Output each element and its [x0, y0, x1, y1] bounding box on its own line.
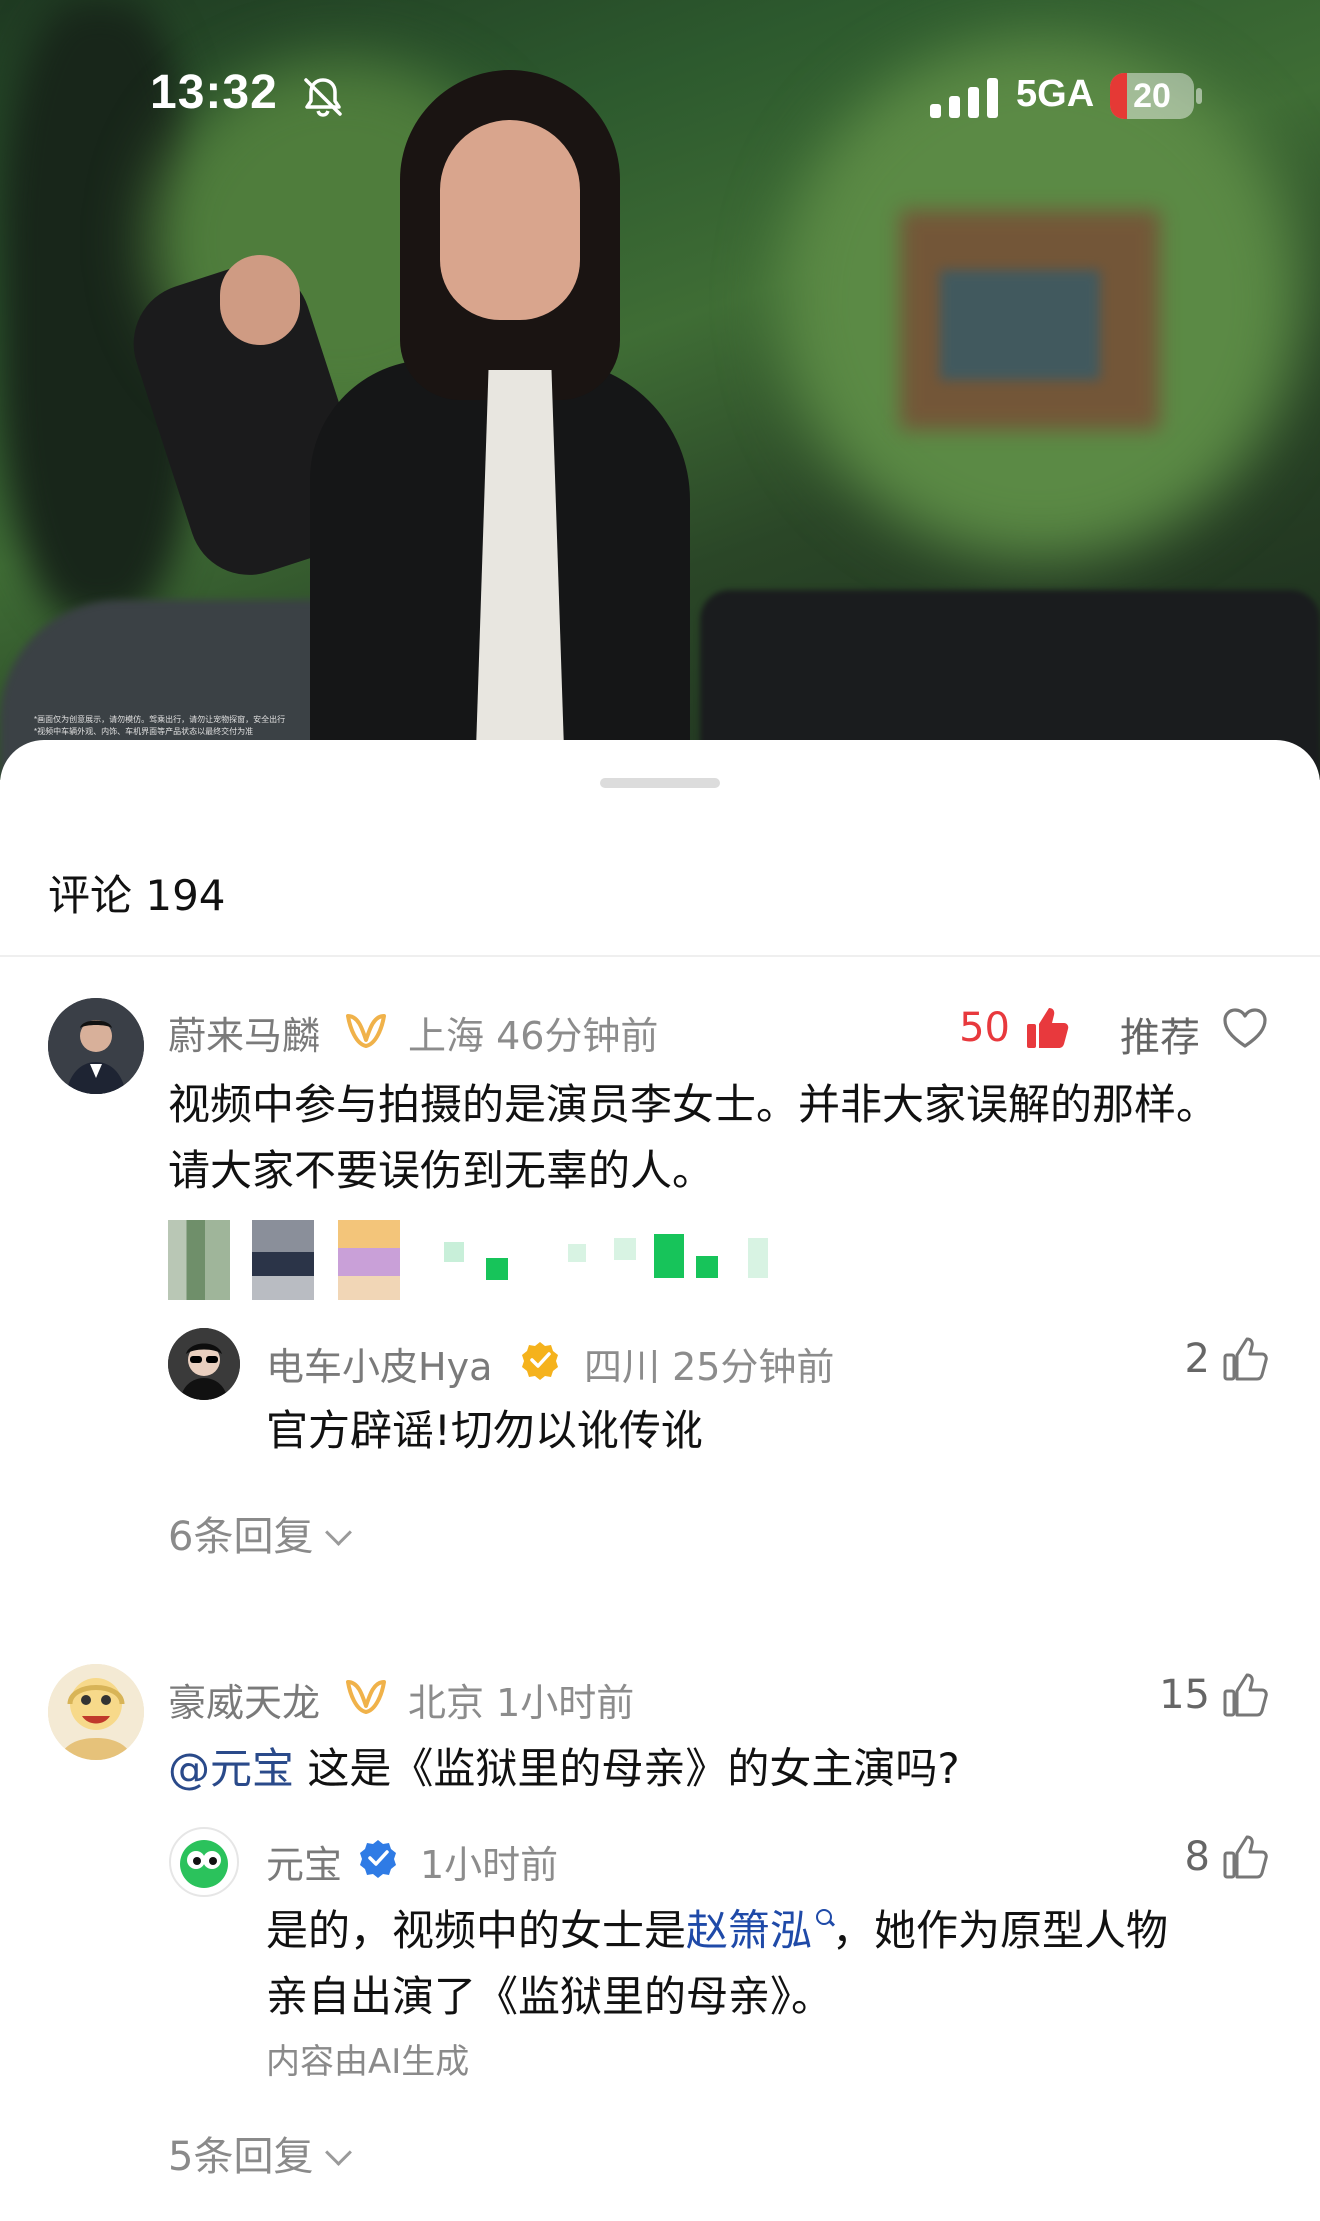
search-icon[interactable]	[816, 1909, 833, 1925]
bell-mute-icon	[304, 78, 342, 117]
battery-indicator: 20	[1110, 73, 1202, 121]
avatar[interactable]	[48, 998, 144, 1094]
battery-level-text: 20	[1133, 77, 1171, 115]
avatar-person-sunglasses-icon	[168, 1328, 240, 1400]
reply-avatar[interactable]	[168, 1328, 240, 1400]
comment-location-time: 北京 1小时前	[408, 1681, 635, 1725]
reply-location-time: 四川 25分钟前	[584, 1345, 835, 1389]
more-replies-label: 5条回复	[168, 2134, 314, 2180]
reply-text-line: 是的，视频中的女士是赵箫泓 ，她作为原型人物	[266, 1898, 1168, 1964]
thumbs-up-icon[interactable]	[1222, 1834, 1268, 1880]
reply-username[interactable]: 电车小皮Hya	[266, 1336, 492, 1391]
comment-text: 这是《监狱里的母亲》的女主演吗?	[307, 1744, 960, 1793]
comments-count-title: 评论 194	[48, 871, 226, 920]
header-divider	[0, 955, 1320, 957]
thumbs-up-icon[interactable]	[1222, 1672, 1268, 1718]
expand-replies-button[interactable]: 6条回复	[168, 1504, 353, 1562]
pixelated-avatars-row	[168, 1220, 808, 1300]
comment-username[interactable]: 蔚来马麟	[168, 1005, 320, 1060]
yuanbao-logo-icon	[169, 1827, 239, 1897]
signal-icon	[930, 78, 998, 118]
comment-location-time: 上海 46分钟前	[408, 1014, 659, 1058]
comment-like-count: 15	[1159, 1672, 1210, 1718]
video-person	[118, 70, 690, 780]
vip-badge-icon	[346, 1014, 386, 1048]
expand-replies-button[interactable]: 5条回复	[168, 2124, 353, 2182]
reply-like-count: 2	[1184, 1336, 1210, 1382]
reply-text-pre: 是的，视频中的女士是	[266, 1906, 687, 1955]
reply-text-line: 亲自出演了《监狱里的母亲》。	[266, 1972, 834, 2021]
disclaimer-line-1: *画面仅为创意展示，请勿模仿。驾乘出行，请勿让宠物探窗，安全出行	[34, 715, 286, 724]
more-replies-label: 6条回复	[168, 1514, 314, 1560]
thumbs-up-icon[interactable]	[1222, 1336, 1268, 1382]
verified-badge-icon	[360, 1840, 396, 1878]
reply-username[interactable]: 元宝	[266, 1834, 342, 1889]
reply-text-post: ，她作为原型人物	[832, 1906, 1169, 1955]
avatar-person-icon	[48, 998, 144, 1094]
video-building-window	[940, 270, 1100, 380]
reply-time: 1小时前	[420, 1843, 559, 1887]
thumbs-up-filled-icon[interactable]	[1024, 1005, 1070, 1051]
heart-icon[interactable]	[1222, 1006, 1268, 1052]
video-disclaimer: *画面仅为创意展示，请勿模仿。驾乘出行，请勿让宠物探窗，安全出行 *视频中车辆外…	[34, 714, 285, 738]
recommend-label[interactable]: 推荐	[1120, 1005, 1210, 1063]
chevron-down-icon	[325, 1519, 353, 1546]
avatar[interactable]	[48, 1664, 144, 1760]
reply-text: 官方辟谣!切勿以讹传讹	[266, 1406, 703, 1455]
entity-search-link[interactable]: 赵箫泓	[686, 1906, 812, 1955]
status-time: 13:32	[150, 66, 278, 119]
reply-avatar[interactable]	[168, 1826, 240, 1898]
sheet-drag-handle[interactable]	[600, 778, 720, 788]
verified-badge-icon	[522, 1342, 558, 1380]
disclaimer-line-2: *视频中车辆外观、内饰、车机界面等产品状态以最终交付为准	[34, 727, 254, 736]
avatar-cartoon-icon	[48, 1664, 144, 1760]
network-type: 5GA	[1016, 73, 1095, 115]
comment-like-count: 50	[959, 1005, 1010, 1051]
comment-username[interactable]: 豪威天龙	[168, 1672, 320, 1727]
ai-generated-note: 内容由AI生成	[266, 2042, 470, 2082]
vip-badge-icon	[346, 1680, 386, 1714]
comment-text-line: 视频中参与拍摄的是演员李女士。并非大家误解的那样。	[168, 1080, 1219, 1129]
mention-link[interactable]: @元宝	[168, 1744, 294, 1793]
chevron-down-icon	[325, 2139, 353, 2166]
comment-text-line: @元宝 这是《监狱里的母亲》的女主演吗?	[168, 1736, 960, 1802]
reply-like-count: 8	[1184, 1834, 1210, 1880]
comment-text-line: 请大家不要误伤到无辜的人。	[168, 1146, 715, 1195]
